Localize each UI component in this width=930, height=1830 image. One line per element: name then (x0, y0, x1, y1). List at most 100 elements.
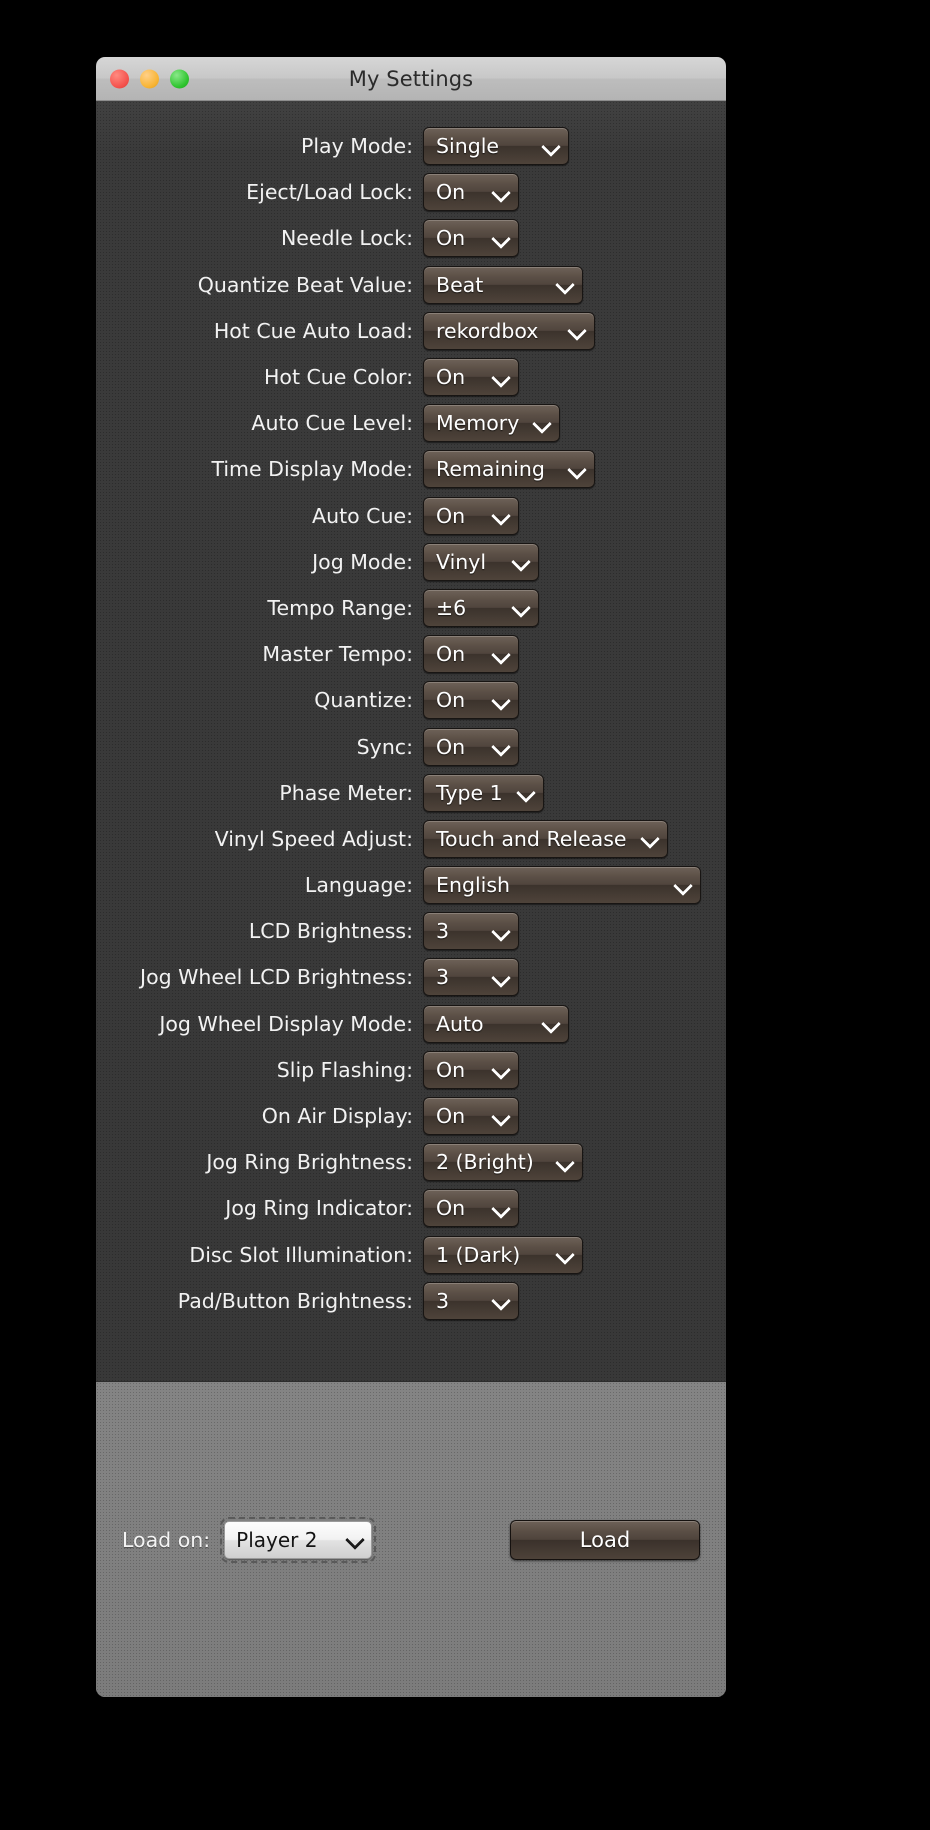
setting-select[interactable]: On (423, 173, 519, 212)
setting-label: Needle Lock: (280, 226, 413, 251)
window-title: My Settings (348, 66, 474, 91)
setting-row: Jog Ring Brightness: 2 (Bright) (96, 1139, 726, 1185)
setting-label: Sync: (356, 734, 413, 759)
setting-value: Vinyl (436, 549, 487, 574)
setting-control-cell: On (423, 496, 721, 535)
window-titlebar[interactable]: My Settings (96, 57, 726, 101)
setting-row: Hot Cue Auto Load: rekordbox (96, 308, 726, 354)
setting-select[interactable]: 1 (Dark) (423, 1235, 583, 1274)
setting-select[interactable]: 3 (423, 1281, 519, 1320)
setting-control-cell: Single (423, 127, 721, 166)
setting-value: On (436, 734, 466, 759)
setting-value: Memory (436, 411, 520, 436)
setting-select[interactable]: 3 (423, 958, 519, 997)
chevron-down-icon (492, 184, 509, 201)
settings-panel: Play Mode: Single Eject/Load Lock: On Needle… (96, 101, 726, 1381)
setting-control-cell: rekordbox (423, 311, 721, 350)
setting-row: Phase Meter: Type 1 (96, 770, 726, 816)
setting-select[interactable]: Auto (423, 1004, 569, 1043)
settings-window: My Settings Play Mode: Single Eject/Load L… (96, 57, 726, 1697)
setting-control-cell: English (423, 866, 721, 905)
setting-label: Hot Cue Auto Load: (213, 318, 413, 343)
minimize-window-button[interactable] (140, 69, 159, 88)
setting-row: Slip Flashing: On (96, 1047, 726, 1093)
setting-value: Remaining (436, 457, 545, 482)
setting-row: Eject/Load Lock: On (96, 169, 726, 215)
setting-value: Beat (436, 272, 484, 297)
setting-select[interactable]: Type 1 (423, 773, 544, 812)
chevron-down-icon (492, 923, 509, 940)
setting-label: Quantize Beat Value: (197, 272, 413, 297)
setting-label: Jog Ring Brightness: (206, 1150, 413, 1175)
setting-control-cell: On (423, 358, 721, 397)
setting-value: 3 (436, 965, 450, 990)
setting-label: Jog Wheel Display Mode: (159, 1011, 413, 1036)
chevron-down-icon (492, 230, 509, 247)
setting-select[interactable]: On (423, 1189, 519, 1228)
setting-value: Auto (436, 1011, 484, 1036)
setting-value: On (436, 688, 466, 713)
setting-control-cell: Type 1 (423, 773, 721, 812)
setting-label: Eject/Load Lock: (246, 180, 413, 205)
setting-select[interactable]: On (423, 1097, 519, 1136)
chevron-down-icon (568, 461, 585, 478)
setting-label: Language: (304, 873, 413, 898)
setting-control-cell: ±6 (423, 588, 721, 627)
setting-value: 3 (436, 919, 450, 944)
setting-select[interactable]: English (423, 866, 701, 905)
setting-select[interactable]: On (423, 358, 519, 397)
setting-label: Quantize: (314, 688, 413, 713)
setting-control-cell: 3 (423, 1281, 721, 1320)
setting-label: Auto Cue: (312, 503, 413, 528)
chevron-down-icon (492, 692, 509, 709)
setting-value: On (436, 180, 466, 205)
setting-select[interactable]: On (423, 635, 519, 674)
load-button[interactable]: Load (510, 1519, 700, 1560)
setting-select[interactable]: rekordbox (423, 311, 595, 350)
setting-value: Touch and Release (436, 826, 627, 851)
setting-select[interactable]: Vinyl (423, 542, 539, 581)
setting-label: Play Mode: (300, 134, 413, 159)
setting-value: ±6 (436, 595, 467, 620)
setting-select[interactable]: 2 (Bright) (423, 1143, 583, 1182)
setting-control-cell: On (423, 635, 721, 674)
setting-control-cell: On (423, 727, 721, 766)
setting-select[interactable]: 3 (423, 912, 519, 951)
chevron-down-icon (346, 1531, 363, 1548)
setting-value: On (436, 226, 466, 251)
chevron-down-icon (492, 1061, 509, 1078)
chevron-down-icon (492, 646, 509, 663)
chevron-down-icon (641, 830, 658, 847)
setting-value: On (436, 1057, 466, 1082)
setting-select[interactable]: ±6 (423, 588, 539, 627)
setting-label: Master Tempo: (262, 642, 413, 667)
close-window-button[interactable] (110, 69, 129, 88)
setting-select[interactable]: Touch and Release (423, 819, 668, 858)
chevron-down-icon (556, 1246, 573, 1263)
setting-control-cell: Memory (423, 404, 721, 443)
setting-row: Vinyl Speed Adjust: Touch and Release (96, 816, 726, 862)
setting-row: Time Display Mode: Remaining (96, 446, 726, 492)
setting-select[interactable]: On (423, 496, 519, 535)
setting-select[interactable]: Beat (423, 265, 583, 304)
setting-value: Single (436, 134, 500, 159)
setting-select[interactable]: On (423, 1050, 519, 1089)
setting-select[interactable]: Remaining (423, 450, 595, 489)
maximize-window-button[interactable] (170, 69, 189, 88)
setting-select[interactable]: Memory (423, 404, 561, 443)
desktop-backdrop: My Settings Play Mode: Single Eject/Load L… (0, 0, 930, 1830)
setting-select[interactable]: On (423, 681, 519, 720)
setting-label: Jog Mode: (312, 549, 413, 574)
setting-row: Auto Cue Level: Memory (96, 400, 726, 446)
chevron-down-icon (492, 738, 509, 755)
setting-label: On Air Display: (261, 1104, 413, 1129)
load-on-player-select[interactable]: Player 2 (220, 1516, 377, 1563)
setting-label: Jog Ring Indicator: (225, 1196, 413, 1221)
setting-select[interactable]: Single (423, 127, 569, 166)
setting-select[interactable]: On (423, 219, 519, 258)
setting-row: On Air Display: On (96, 1093, 726, 1139)
setting-select[interactable]: On (423, 727, 519, 766)
chevron-down-icon (492, 1108, 509, 1125)
window-controls (110, 69, 189, 88)
setting-label: Disc Slot Illumination: (189, 1242, 413, 1267)
